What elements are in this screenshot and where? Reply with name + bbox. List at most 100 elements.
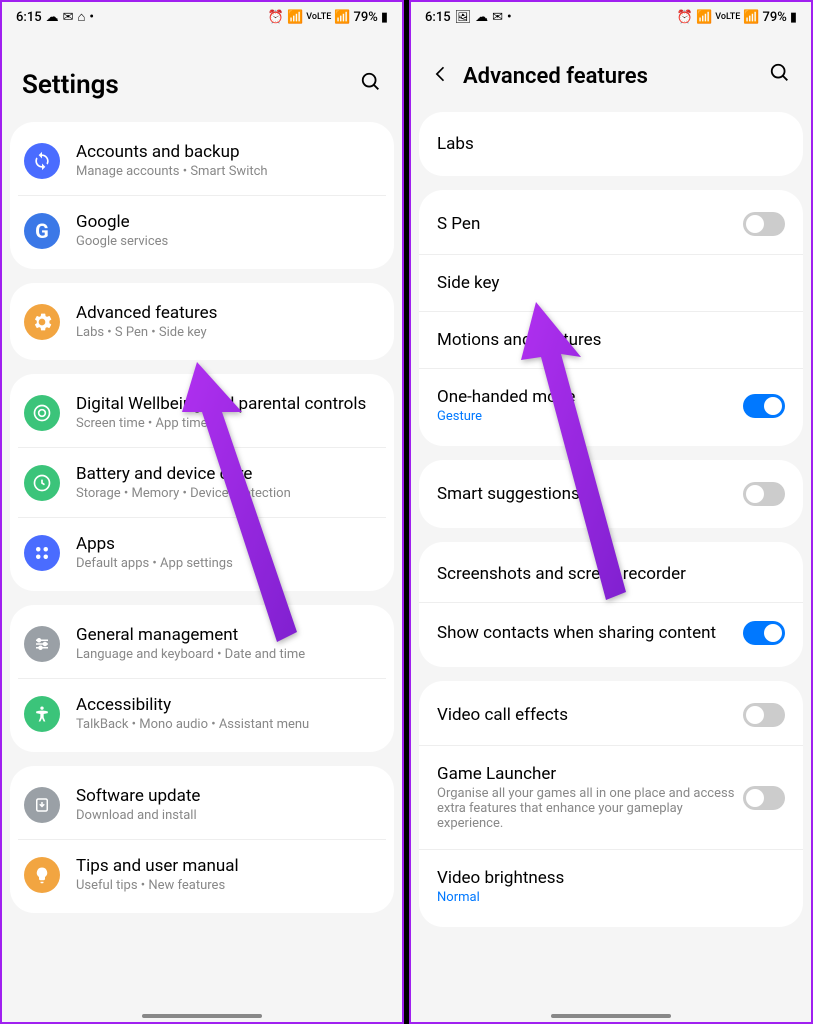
volte-icon: VoLTE: [715, 12, 740, 22]
settings-item-general-management[interactable]: General management Language and keyboard…: [10, 609, 394, 678]
setting-subtitle: TalkBack • Mono audio • Assistant menu: [76, 717, 380, 732]
adv-text: One-handed mode Gesture: [437, 387, 743, 424]
setting-subtitle: Google services: [76, 234, 380, 249]
adv-item-game-launcher[interactable]: Game Launcher Organise all your games al…: [419, 745, 803, 849]
setting-text: Advanced features Labs • S Pen • Side ke…: [76, 303, 380, 340]
advanced-card: Screenshots and screen recorder Show con…: [419, 542, 803, 667]
setting-text: Accounts and backup Manage accounts • Sm…: [76, 142, 380, 179]
advanced-card: Video call effects Game Launcher Organis…: [419, 681, 803, 927]
search-icon[interactable]: [360, 71, 382, 99]
page-title: Settings: [22, 70, 119, 100]
adv-title: Side key: [437, 273, 777, 293]
settings-item-battery-and-device-care[interactable]: Battery and device care Storage • Memory…: [18, 447, 386, 517]
wifi-icon: 📶: [287, 10, 303, 25]
mail-icon: ✉: [492, 10, 503, 25]
volte-icon: VoLTE: [306, 12, 331, 22]
alarm-icon: ⏰: [268, 10, 284, 25]
settings-item-accessibility[interactable]: Accessibility TalkBack • Mono audio • As…: [18, 678, 386, 748]
setting-text: Software update Download and install: [76, 786, 380, 823]
setting-subtitle: Screen time • App timers: [76, 416, 380, 431]
setting-title: Software update: [76, 786, 380, 806]
advanced-card: Labs: [419, 112, 803, 176]
battery-icon: [24, 465, 60, 501]
adv-text: Show contacts when sharing content: [437, 623, 743, 643]
setting-title: General management: [76, 625, 380, 645]
adv-text: Video call effects: [437, 705, 743, 725]
page-title: Advanced features: [463, 64, 648, 89]
wifi-icon: 📶: [696, 10, 712, 25]
signal-icon: 📶: [334, 10, 350, 25]
adv-title: Video brightness: [437, 868, 777, 888]
toggle-switch[interactable]: [743, 621, 785, 645]
setting-title: Digital Wellbeing and parental controls: [76, 394, 380, 414]
adv-title: Video call effects: [437, 705, 735, 725]
adv-item-s-pen[interactable]: S Pen: [419, 194, 803, 254]
adv-item-smart-suggestions[interactable]: Smart suggestions: [419, 464, 803, 524]
settings-item-advanced-features[interactable]: Advanced features Labs • S Pen • Side ke…: [10, 287, 394, 356]
settings-item-accounts-and-backup[interactable]: Accounts and backup Manage accounts • Sm…: [10, 126, 394, 195]
setting-subtitle: Language and keyboard • Date and time: [76, 647, 380, 662]
adv-title: Motions and gestures: [437, 330, 777, 350]
adv-subtitle: Normal: [437, 890, 777, 905]
advanced-card: Smart suggestions: [419, 460, 803, 528]
settings-item-digital-wellbeing-and-parental-controls[interactable]: Digital Wellbeing and parental controls …: [10, 378, 394, 447]
setting-title: Battery and device care: [76, 464, 380, 484]
settings-item-google[interactable]: G Google Google services: [18, 195, 386, 265]
setting-subtitle: Storage • Memory • Device protection: [76, 486, 380, 501]
adv-text: Game Launcher Organise all your games al…: [437, 764, 743, 831]
adv-title: One-handed mode: [437, 387, 735, 407]
alarm-icon: ⏰: [677, 10, 693, 25]
dot-icon: •: [507, 10, 512, 25]
setting-subtitle: Download and install: [76, 808, 380, 823]
setting-text: Tips and user manual Useful tips • New f…: [76, 856, 380, 893]
adv-subtitle: Gesture: [437, 409, 735, 424]
setting-text: Digital Wellbeing and parental controls …: [76, 394, 380, 431]
setting-title: Tips and user manual: [76, 856, 380, 876]
adv-item-one-handed-mode[interactable]: One-handed mode Gesture: [419, 368, 803, 442]
adv-item-screenshots-and-screen-recorder[interactable]: Screenshots and screen recorder: [419, 546, 803, 602]
adv-item-video-brightness[interactable]: Video brightness Normal: [419, 849, 803, 923]
adv-item-motions-and-gestures[interactable]: Motions and gestures: [419, 311, 803, 368]
toggle-switch[interactable]: [743, 482, 785, 506]
phone-right: 6:15 🖼 ☁ ✉ • ⏰ 📶 VoLTE 📶 79% ▮ Advanced …: [409, 0, 813, 1024]
advanced-content: Labs S Pen Side key Motions and gestures…: [411, 112, 811, 927]
update-icon: [24, 787, 60, 823]
home-icon: ⌂: [78, 9, 86, 25]
toggle-switch[interactable]: [743, 394, 785, 418]
status-bar: 6:15 ☁ ✉ ⌂ • ⏰ 📶 VoLTE 📶 79% ▮: [2, 2, 402, 32]
adv-item-video-call-effects[interactable]: Video call effects: [419, 685, 803, 745]
setting-title: Accounts and backup: [76, 142, 380, 162]
sliders-icon: [24, 626, 60, 662]
setting-subtitle: Useful tips • New features: [76, 878, 380, 893]
settings-card: Software update Download and install Tip…: [10, 766, 394, 913]
mail-icon: ✉: [63, 10, 74, 25]
adv-title: Screenshots and screen recorder: [437, 564, 777, 584]
toggle-switch[interactable]: [743, 703, 785, 727]
adv-title: Show contacts when sharing content: [437, 623, 735, 643]
status-time: 6:15: [425, 10, 451, 25]
adv-title: Smart suggestions: [437, 484, 735, 504]
tips-icon: [24, 857, 60, 893]
adv-item-show-contacts-when-sharing-content[interactable]: Show contacts when sharing content: [419, 602, 803, 663]
settings-item-tips-and-user-manual[interactable]: Tips and user manual Useful tips • New f…: [18, 839, 386, 909]
settings-item-apps[interactable]: Apps Default apps • App settings: [18, 517, 386, 587]
adv-item-side-key[interactable]: Side key: [419, 254, 803, 311]
advanced-header: Advanced features: [411, 32, 811, 112]
settings-card: Digital Wellbeing and parental controls …: [10, 374, 394, 591]
toggle-switch[interactable]: [743, 786, 785, 810]
home-indicator[interactable]: [551, 1014, 671, 1018]
home-indicator[interactable]: [142, 1014, 262, 1018]
adv-text: Side key: [437, 273, 785, 293]
setting-subtitle: Manage accounts • Smart Switch: [76, 164, 380, 179]
toggle-switch[interactable]: [743, 212, 785, 236]
cloud-icon: ☁: [475, 10, 488, 25]
signal-icon: 📶: [743, 10, 759, 25]
settings-item-software-update[interactable]: Software update Download and install: [10, 770, 394, 839]
cloud-icon: ☁: [46, 10, 59, 25]
search-icon[interactable]: [769, 62, 791, 90]
settings-card: Advanced features Labs • S Pen • Side ke…: [10, 283, 394, 360]
adv-item-labs[interactable]: Labs: [419, 116, 803, 172]
battery-pct: 79%: [762, 10, 786, 25]
battery-icon: ▮: [381, 10, 388, 25]
back-button[interactable]: [431, 62, 451, 90]
